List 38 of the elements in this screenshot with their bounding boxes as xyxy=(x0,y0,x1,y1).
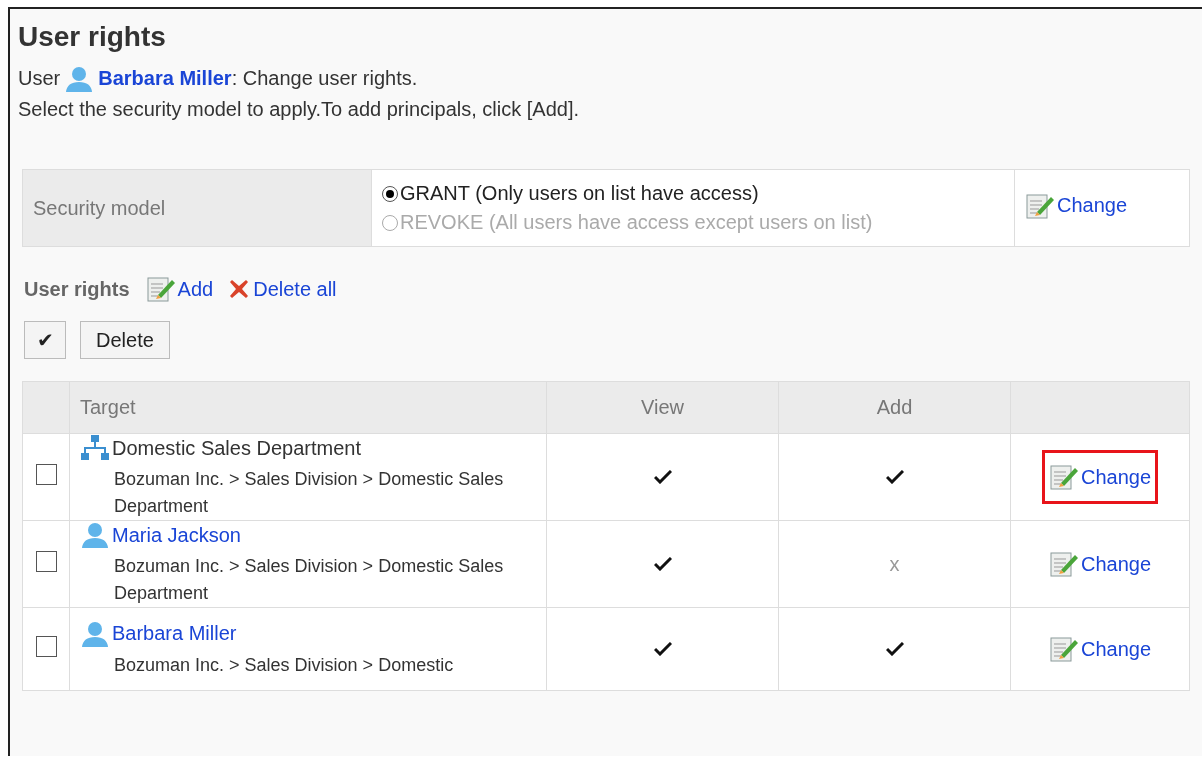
user-icon xyxy=(80,619,110,648)
column-header: View xyxy=(546,381,779,434)
instruction-text: Select the security model to apply.To add principals, click [Add]. xyxy=(18,97,580,122)
edit-icon xyxy=(1048,463,1079,491)
change-link[interactable]: Change xyxy=(1041,450,1159,504)
select-all-button[interactable]: ✔ xyxy=(24,321,66,359)
edit-icon xyxy=(1048,635,1079,663)
edit-icon xyxy=(145,275,176,303)
column-header: Target xyxy=(69,381,547,434)
column-header: Add xyxy=(778,381,1011,434)
edit-icon xyxy=(1025,191,1055,220)
radio-button[interactable] xyxy=(382,214,398,231)
path-text: Bozuman Inc. > Sales Division > Domestic Sales Department xyxy=(114,468,505,518)
checkbox[interactable] xyxy=(35,551,57,572)
group-name: Domestic Sales Department xyxy=(112,436,361,460)
edit-icon xyxy=(1048,550,1079,578)
user-link[interactable]: Maria Jackson xyxy=(112,523,241,547)
user-icon xyxy=(80,521,110,549)
option-label: REVOKE (All users have access except users on list) xyxy=(400,210,873,235)
checkbox[interactable] xyxy=(35,464,57,485)
delete-button[interactable]: Delete xyxy=(80,321,170,359)
add-link[interactable]: Add xyxy=(145,275,214,303)
label-text: User xyxy=(18,66,61,91)
user-link[interactable]: Barbara Miller xyxy=(112,622,237,645)
radio-button[interactable] xyxy=(382,185,398,202)
description-text: : Change user rights. xyxy=(231,66,418,91)
checkbox[interactable] xyxy=(35,636,57,657)
user-link[interactable]: Barbara Miller xyxy=(98,63,232,94)
user-icon xyxy=(64,64,95,93)
delete-all-link[interactable]: Delete all xyxy=(227,277,337,301)
path-text: Bozuman Inc. > Sales Division > Domestic Sales Department xyxy=(114,555,505,605)
section-title: User rights xyxy=(24,277,130,301)
org-chart-icon xyxy=(80,434,110,462)
page-title: User rights xyxy=(18,21,167,53)
field-label: Security model xyxy=(22,169,372,247)
denied-mark: x xyxy=(889,552,900,575)
option-label: GRANT (Only users on list have access) xyxy=(400,181,759,206)
path-text: Bozuman Inc. > Sales Division > Domestic xyxy=(114,653,455,677)
